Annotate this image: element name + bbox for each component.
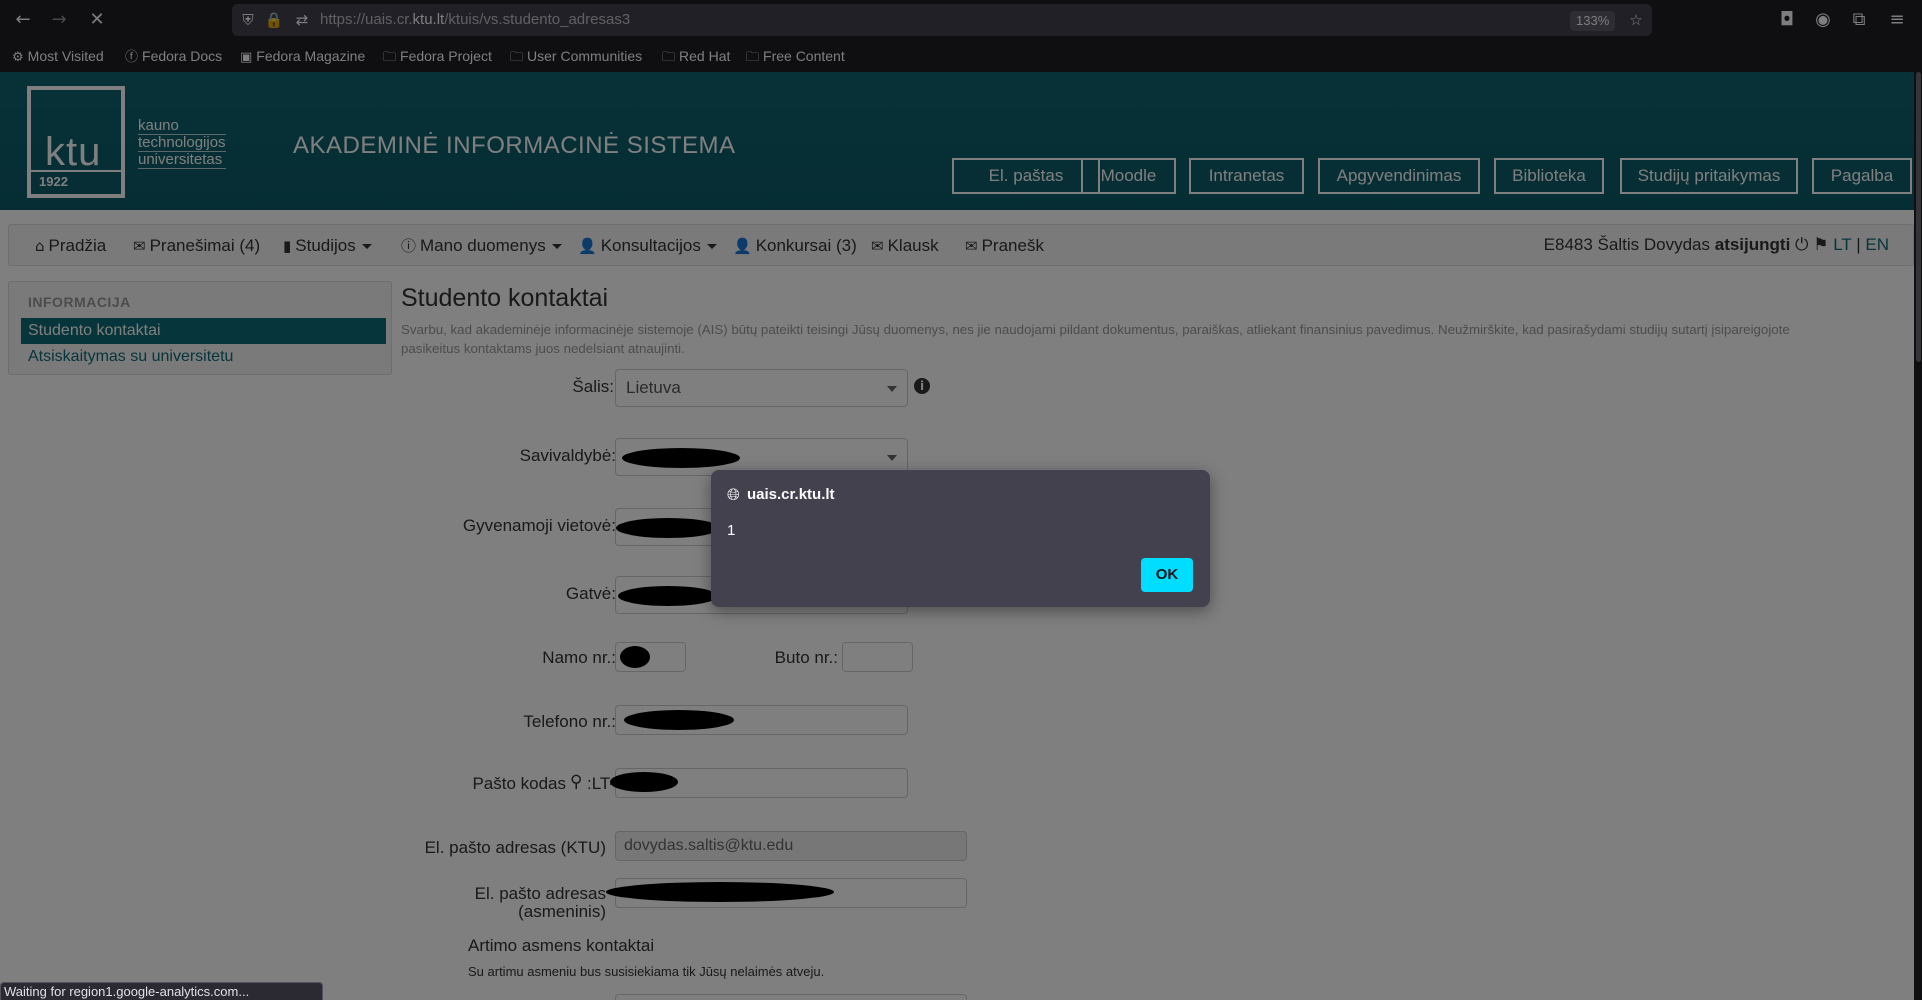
globe-icon: 🌐︎ (727, 485, 740, 504)
dialog-message: 1 (727, 522, 736, 539)
alert-dialog: 🌐︎ uais.cr.ktu.lt 1 OK (711, 470, 1210, 607)
browser-status-bar: Waiting for region1.google-analytics.com… (0, 982, 323, 1000)
dialog-origin: uais.cr.ktu.lt (747, 486, 835, 503)
ok-button[interactable]: OK (1141, 558, 1193, 592)
